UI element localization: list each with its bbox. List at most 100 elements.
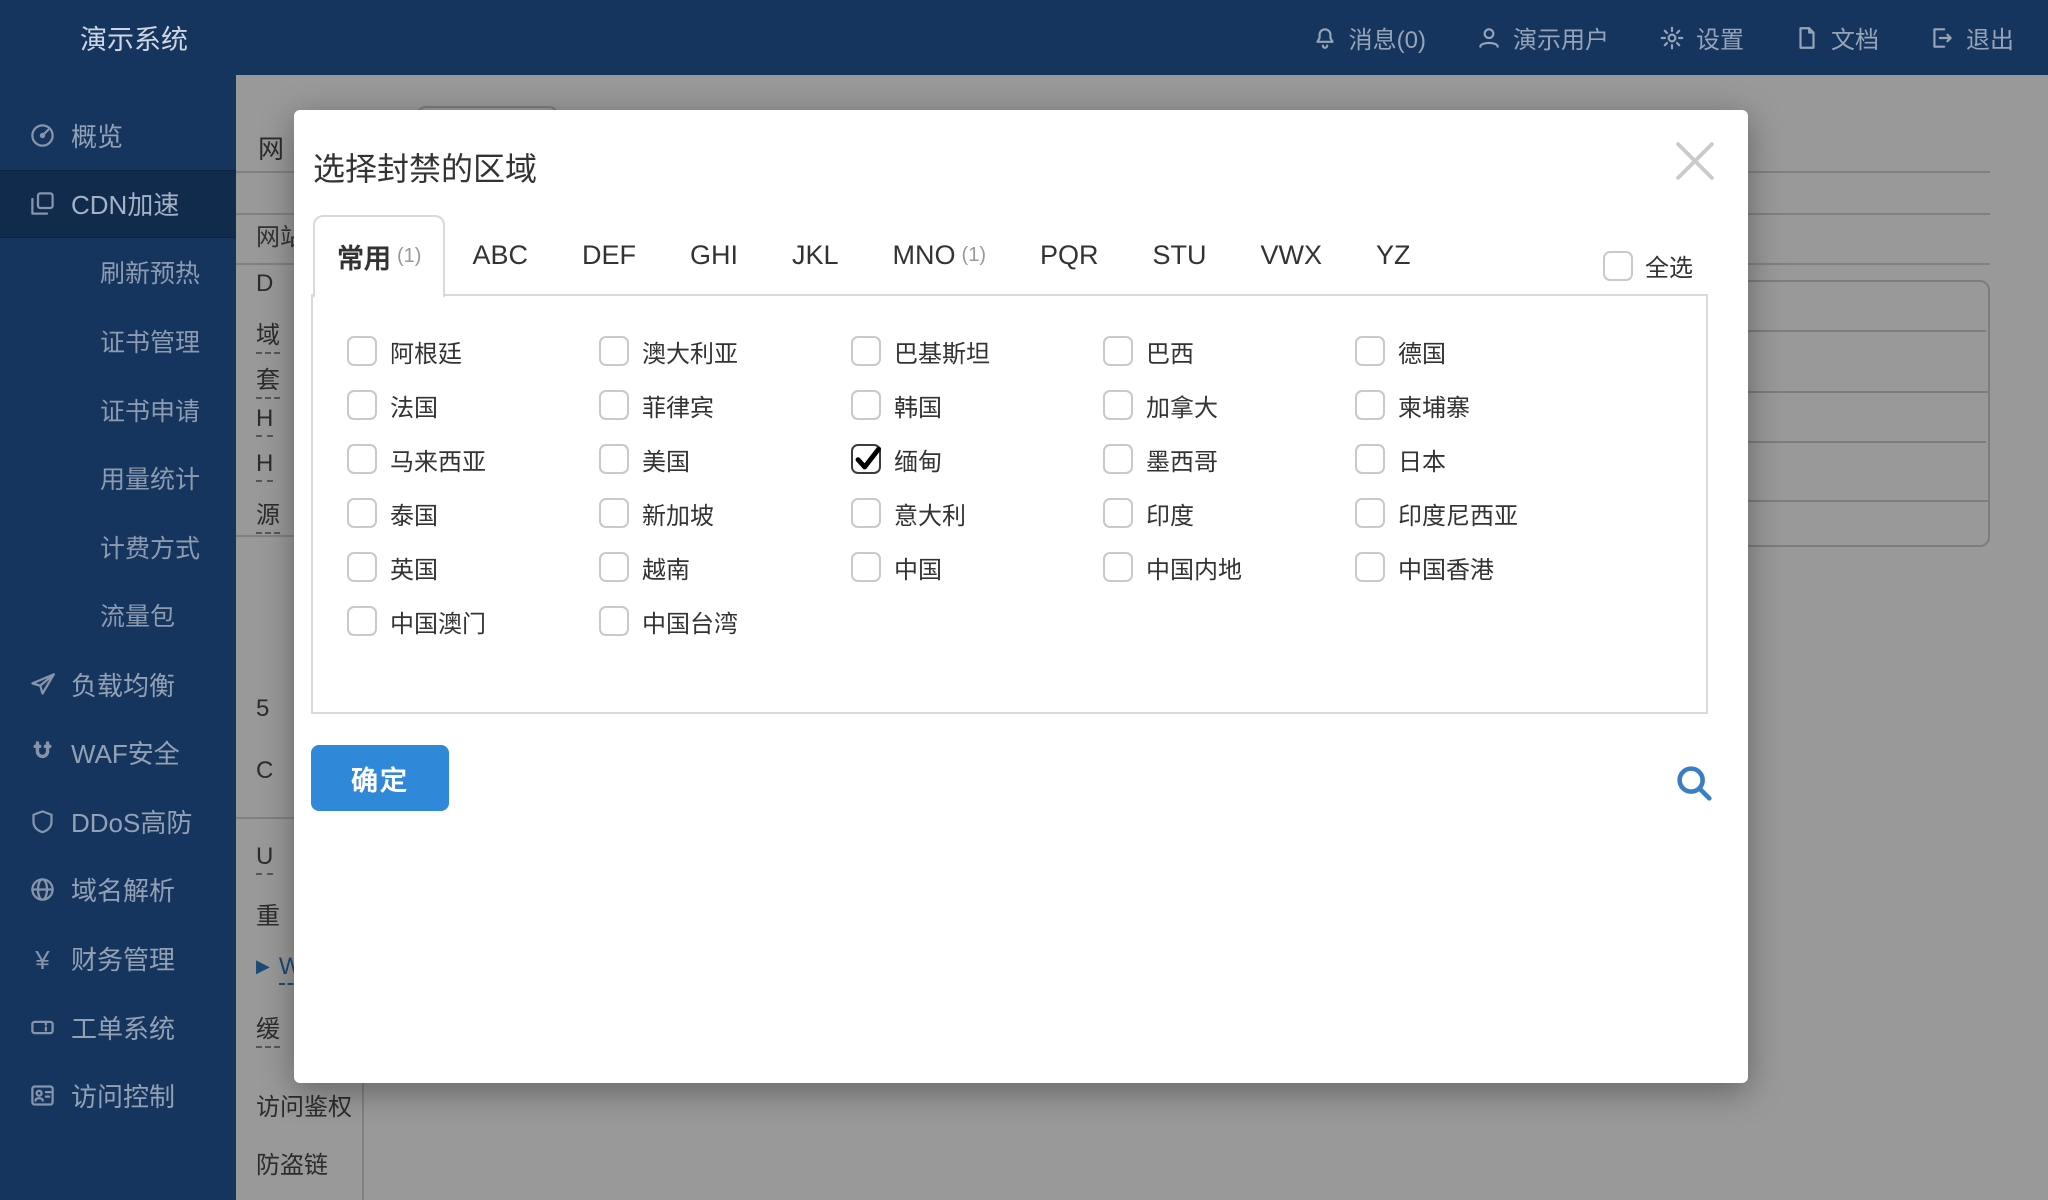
country-option[interactable]: 意大利 xyxy=(851,486,1103,540)
country-checkbox[interactable] xyxy=(599,444,629,474)
country-option[interactable]: 墨西哥 xyxy=(1103,432,1355,486)
country-checkbox[interactable] xyxy=(599,552,629,582)
navbar-item-bell[interactable]: 消息(0) xyxy=(1312,20,1426,55)
country-checkbox[interactable] xyxy=(347,552,377,582)
country-checkbox[interactable] xyxy=(1103,444,1133,474)
app-logo[interactable]: 演示系统 xyxy=(0,18,188,57)
tab-PQR[interactable]: PQR xyxy=(1013,215,1126,296)
tab-GHI[interactable]: GHI xyxy=(663,215,765,296)
country-option[interactable]: 越南 xyxy=(599,540,851,594)
country-checkbox[interactable] xyxy=(1355,552,1385,582)
country-option[interactable]: 澳大利亚 xyxy=(599,324,851,378)
country-checkbox[interactable] xyxy=(599,336,629,366)
country-option[interactable]: 中国澳门 xyxy=(347,594,599,648)
country-checkbox[interactable] xyxy=(347,606,377,636)
sidebar-item-sub-4[interactable]: 证书申请 xyxy=(0,375,236,444)
navbar-item-logout[interactable]: 退出 xyxy=(1929,20,2014,55)
country-option[interactable]: 中国内地 xyxy=(1103,540,1355,594)
select-all[interactable]: 全选 xyxy=(1603,248,1693,283)
sidebar-item-magnet[interactable]: < path/> WAF安全 xyxy=(0,718,236,787)
sidebar-item-sub-3[interactable]: 证书管理 xyxy=(0,307,236,376)
country-option[interactable]: 阿根廷 xyxy=(347,324,599,378)
tab-YZ[interactable]: YZ xyxy=(1349,215,1438,296)
country-checkbox[interactable] xyxy=(1355,498,1385,528)
country-option[interactable]: 马来西亚 xyxy=(347,432,599,486)
user-icon xyxy=(1476,25,1502,51)
country-checkbox[interactable] xyxy=(1103,498,1133,528)
country-checkbox[interactable] xyxy=(1103,552,1133,582)
navbar-item-user[interactable]: 演示用户 xyxy=(1476,20,1609,55)
country-label: 菲律宾 xyxy=(642,388,714,423)
country-checkbox[interactable] xyxy=(599,606,629,636)
tab-ABC[interactable]: ABC xyxy=(445,215,555,296)
sidebar-item-label: 刷新预热 xyxy=(100,254,200,290)
country-option[interactable]: 德国 xyxy=(1355,324,1607,378)
sidebar-item-sub-2[interactable]: 刷新预热 xyxy=(0,238,236,307)
country-checkbox[interactable] xyxy=(347,444,377,474)
country-checkbox[interactable] xyxy=(1103,336,1133,366)
country-option[interactable]: 中国 xyxy=(851,540,1103,594)
tab-DEF[interactable]: DEF xyxy=(555,215,663,296)
country-label: 法国 xyxy=(390,388,438,423)
country-option[interactable]: 英国 xyxy=(347,540,599,594)
sidebar-item-idcard[interactable]: 访问控制 xyxy=(0,1061,236,1130)
country-checkbox[interactable] xyxy=(599,390,629,420)
country-checkbox[interactable] xyxy=(1355,336,1385,366)
country-option[interactable]: 缅甸 xyxy=(851,432,1103,486)
tab-VWX[interactable]: VWX xyxy=(1234,215,1350,296)
sidebar-item-sub-6[interactable]: 计费方式 xyxy=(0,513,236,582)
navbar-item-doc[interactable]: 文档 xyxy=(1794,20,1879,55)
sidebar-item-globe[interactable]: 域名解析 xyxy=(0,856,236,925)
tab-常用[interactable]: 常用(1) xyxy=(313,215,445,298)
country-option[interactable]: 韩国 xyxy=(851,378,1103,432)
country-option[interactable]: 柬埔寨 xyxy=(1355,378,1607,432)
country-checkbox[interactable] xyxy=(1355,444,1385,474)
magnet-icon: < path/> xyxy=(29,739,56,766)
sidebar-item-yen[interactable]: ¥财务管理 xyxy=(0,924,236,993)
country-option[interactable]: 中国台湾 xyxy=(599,594,851,648)
country-option[interactable]: 法国 xyxy=(347,378,599,432)
sidebar-item-sub-7[interactable]: 流量包 xyxy=(0,581,236,650)
sidebar-item-layers[interactable]: CDN加速 xyxy=(0,170,236,239)
country-option[interactable]: 新加坡 xyxy=(599,486,851,540)
navbar-item-label: 设置 xyxy=(1696,20,1744,55)
country-checkbox[interactable] xyxy=(851,390,881,420)
country-option[interactable]: 印度 xyxy=(1103,486,1355,540)
country-option[interactable]: 巴基斯坦 xyxy=(851,324,1103,378)
country-checkbox[interactable] xyxy=(851,444,881,474)
sidebar-item-gauge[interactable]: 概览 xyxy=(0,101,236,170)
country-checkbox[interactable] xyxy=(347,498,377,528)
country-checkbox[interactable] xyxy=(851,498,881,528)
close-icon[interactable] xyxy=(1666,132,1724,190)
sidebar-item-ticket[interactable]: 工单系统 xyxy=(0,993,236,1062)
country-checkbox[interactable] xyxy=(347,390,377,420)
sidebar-item-sub-5[interactable]: 用量统计 xyxy=(0,444,236,513)
confirm-button[interactable]: 确定 xyxy=(311,745,449,811)
country-checkbox[interactable] xyxy=(599,498,629,528)
sidebar-item-plane[interactable]: 负载均衡 xyxy=(0,650,236,719)
tab-JKL[interactable]: JKL xyxy=(765,215,866,296)
country-checkbox[interactable] xyxy=(347,336,377,366)
search-icon[interactable] xyxy=(1671,760,1717,806)
country-option[interactable]: 印度尼西亚 xyxy=(1355,486,1607,540)
select-all-checkbox[interactable] xyxy=(1603,251,1633,281)
country-option[interactable]: 加拿大 xyxy=(1103,378,1355,432)
tab-MNO[interactable]: MNO(1) xyxy=(866,215,1013,296)
country-option[interactable]: 美国 xyxy=(599,432,851,486)
sidebar-item-shield[interactable]: DDoS高防 xyxy=(0,787,236,856)
country-option[interactable]: 菲律宾 xyxy=(599,378,851,432)
country-checkbox[interactable] xyxy=(851,552,881,582)
countries-grid: 阿根廷澳大利亚巴基斯坦巴西德国法国 菲律宾 韩国加拿大柬埔寨马来西亚美国缅甸墨西哥日… xyxy=(347,324,1607,648)
country-checkbox[interactable] xyxy=(1103,390,1133,420)
country-option[interactable]: 巴西 xyxy=(1103,324,1355,378)
country-option[interactable]: 泰国 xyxy=(347,486,599,540)
country-label: 新加坡 xyxy=(642,496,714,531)
sidebar-item-label: WAF安全 xyxy=(71,734,180,771)
navbar-item-gear[interactable]: 设置 xyxy=(1659,20,1744,55)
tab-STU[interactable]: STU xyxy=(1126,215,1234,296)
country-option[interactable]: 中国香港 xyxy=(1355,540,1607,594)
sidebar-item-label: 负载均衡 xyxy=(71,666,175,703)
country-option[interactable]: 日本 xyxy=(1355,432,1607,486)
country-checkbox[interactable] xyxy=(1355,390,1385,420)
country-checkbox[interactable] xyxy=(851,336,881,366)
